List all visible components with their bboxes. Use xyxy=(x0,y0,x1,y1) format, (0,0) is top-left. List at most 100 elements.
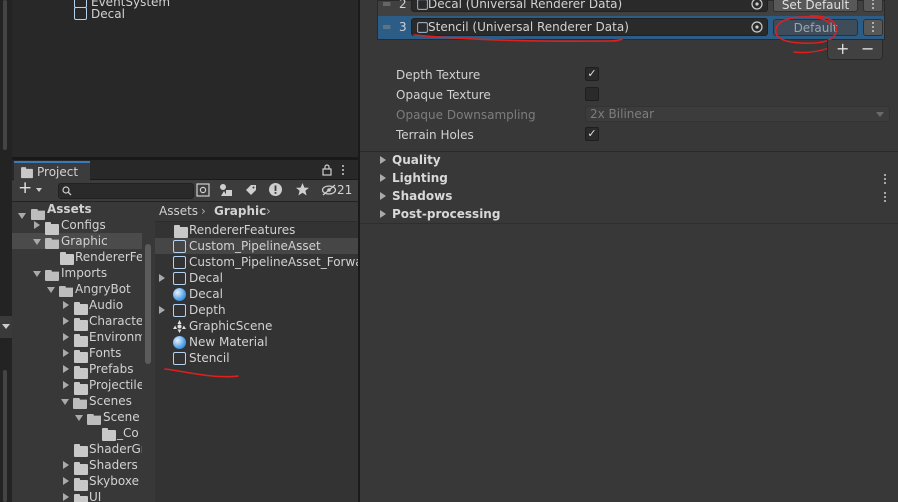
tab-project-label: Project xyxy=(37,165,79,179)
tree-item[interactable]: AngryBot xyxy=(75,281,131,297)
tree-item[interactable]: Projectile xyxy=(89,377,144,393)
tab-menu-icon[interactable] xyxy=(342,164,345,176)
tree-item[interactable]: Environm xyxy=(89,329,146,345)
tree-item[interactable]: Fonts xyxy=(89,345,121,361)
dropdown-arrow-icon xyxy=(2,324,10,329)
collapse-arrow-icon[interactable] xyxy=(63,365,69,373)
collapse-arrow-icon[interactable] xyxy=(159,274,165,282)
gutter-dropdown[interactable] xyxy=(0,316,12,338)
tree-item[interactable]: Characte xyxy=(89,313,143,329)
prop-label: Terrain Holes xyxy=(396,128,474,142)
folder-icon xyxy=(74,444,88,457)
file-item[interactable]: RendererFeatures xyxy=(189,222,295,238)
drag-handle-icon[interactable]: ═ xyxy=(383,0,390,12)
foldout-arrow-icon[interactable] xyxy=(380,156,386,164)
search-by-type-icon[interactable] xyxy=(196,183,210,197)
foldout-arrow-icon[interactable] xyxy=(380,174,386,182)
breadcrumb-separator-icon: › xyxy=(201,204,206,218)
object-picker-icon[interactable] xyxy=(751,21,763,33)
foldout-arrow-icon[interactable] xyxy=(380,210,386,218)
list-add-button[interactable]: + xyxy=(836,41,849,57)
section-quality[interactable]: Quality xyxy=(392,152,441,168)
collapse-arrow-icon[interactable] xyxy=(63,349,69,357)
section-menu-icon[interactable] xyxy=(884,191,887,203)
file-item[interactable]: Decal xyxy=(189,286,223,302)
section-lighting[interactable]: Lighting xyxy=(392,170,448,186)
section-divider xyxy=(360,151,898,152)
expand-arrow-icon[interactable] xyxy=(33,239,41,245)
tree-item[interactable]: Scene xyxy=(103,409,140,425)
tree-item[interactable]: _Co xyxy=(117,425,139,441)
warning-icon[interactable] xyxy=(268,182,283,197)
file-item[interactable]: GraphicScene xyxy=(189,318,272,334)
dropdown-value: 2x Bilinear xyxy=(590,107,655,121)
tree-item[interactable]: Graphic xyxy=(61,233,108,249)
hidden-packages-icon[interactable] xyxy=(321,184,337,196)
row-menu-button[interactable] xyxy=(863,19,883,36)
tree-item[interactable]: Assets xyxy=(47,201,92,217)
collapse-arrow-icon[interactable] xyxy=(63,317,69,325)
tree-item[interactable]: Prefabs xyxy=(89,361,134,377)
tree-item[interactable]: Scenes xyxy=(89,393,132,409)
tree-item[interactable]: RendererFe xyxy=(75,249,143,265)
search-icon xyxy=(62,186,72,196)
tree-item[interactable]: Imports xyxy=(61,265,107,281)
renderer-index: 3 xyxy=(399,20,407,34)
collapse-arrow-icon[interactable] xyxy=(159,306,165,314)
tree-item[interactable]: Skyboxe xyxy=(89,473,139,489)
file-item[interactable]: Decal xyxy=(189,270,223,286)
label-tag-icon[interactable] xyxy=(244,183,258,197)
tree-item[interactable]: Audio xyxy=(89,297,123,313)
search-input[interactable] xyxy=(58,183,194,199)
breadcrumb-graphic[interactable]: Graphic xyxy=(214,203,266,219)
expand-arrow-icon[interactable] xyxy=(33,271,41,277)
collapse-arrow-icon[interactable] xyxy=(63,381,69,389)
pipeline-asset-icon xyxy=(173,256,186,269)
section-divider xyxy=(360,223,898,224)
tree-item[interactable]: Shaders xyxy=(89,457,138,473)
renderer-data-icon xyxy=(417,0,428,10)
file-item[interactable]: Depth xyxy=(189,302,226,318)
collapse-arrow-icon[interactable] xyxy=(63,493,69,501)
breadcrumb-assets[interactable]: Assets xyxy=(159,203,198,219)
expand-arrow-icon[interactable] xyxy=(75,415,83,421)
gutter-scrollbar[interactable] xyxy=(3,0,7,150)
create-dropdown-icon[interactable] xyxy=(36,188,42,192)
section-post-processing[interactable]: Post-processing xyxy=(392,206,500,222)
depth-texture-checkbox[interactable]: ✓ xyxy=(585,67,599,81)
opaque-texture-checkbox[interactable] xyxy=(585,87,599,101)
gutter-scrollbar-lower[interactable] xyxy=(3,370,7,502)
file-item[interactable]: Custom_PipelineAsset xyxy=(189,238,321,254)
collapse-arrow-icon[interactable] xyxy=(63,477,69,485)
tree-scrollbar[interactable] xyxy=(145,244,151,364)
expand-arrow-icon[interactable] xyxy=(18,213,26,219)
tree-item[interactable]: UI xyxy=(89,489,101,502)
gameobject-icon xyxy=(74,7,87,20)
hierarchy-item[interactable]: Decal xyxy=(91,6,125,22)
file-item[interactable]: Custom_PipelineAsset_Forwar xyxy=(189,254,368,270)
expand-arrow-icon[interactable] xyxy=(47,287,55,293)
terrain-holes-checkbox[interactable]: ✓ xyxy=(585,127,599,141)
tree-item[interactable]: Configs xyxy=(61,217,106,233)
collapse-arrow-icon[interactable] xyxy=(63,461,69,469)
expand-arrow-icon[interactable] xyxy=(61,399,69,405)
file-item[interactable]: New Material xyxy=(189,334,268,350)
filter-type-icon[interactable] xyxy=(219,183,233,197)
annotation-underline-stencil xyxy=(164,368,239,378)
collapse-arrow-icon[interactable] xyxy=(34,221,40,229)
section-shadows[interactable]: Shadows xyxy=(392,188,452,204)
object-picker-icon[interactable] xyxy=(751,0,763,10)
list-remove-button[interactable]: − xyxy=(861,41,874,57)
lock-icon[interactable] xyxy=(322,164,332,176)
create-button[interactable]: + xyxy=(18,180,32,197)
favorite-star-icon[interactable] xyxy=(295,182,310,197)
tree-item[interactable]: ShaderGr xyxy=(89,441,146,457)
section-menu-icon[interactable] xyxy=(884,173,887,185)
collapse-arrow-icon[interactable] xyxy=(63,333,69,341)
collapse-arrow-icon[interactable] xyxy=(63,301,69,309)
folder-icon xyxy=(45,222,59,235)
renderer-data-icon xyxy=(173,272,186,285)
row-menu-button[interactable] xyxy=(863,0,883,12)
foldout-arrow-icon[interactable] xyxy=(380,192,386,200)
drag-handle-icon[interactable]: ═ xyxy=(383,19,390,35)
